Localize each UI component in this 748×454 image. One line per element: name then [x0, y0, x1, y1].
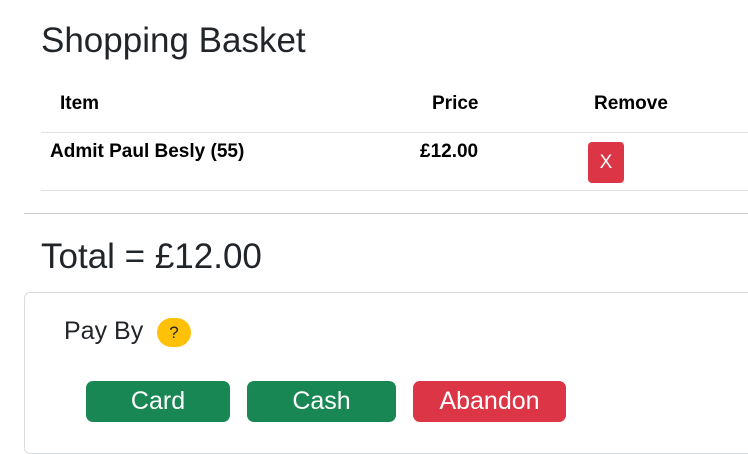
pay-card-button[interactable]: Card	[86, 381, 230, 422]
abandon-button[interactable]: Abandon	[413, 381, 566, 422]
basket-row-item: Admit Paul Besly (55)	[50, 141, 245, 162]
basket-row-price: £12.00	[420, 141, 479, 162]
basket-table: Item Price Remove Admit Paul Besly (55) …	[41, 80, 748, 191]
page-title: Shopping Basket	[41, 21, 306, 60]
payment-panel: Pay By ? Card Cash Abandon	[24, 292, 748, 454]
section-divider	[24, 213, 748, 214]
column-header-remove: Remove	[594, 93, 668, 114]
basket-total: Total = £12.00	[41, 237, 262, 276]
table-row-divider	[41, 132, 748, 133]
remove-item-button[interactable]: X	[588, 142, 624, 183]
pay-cash-button[interactable]: Cash	[247, 381, 396, 422]
table-row-divider	[41, 190, 748, 191]
column-header-price: Price	[432, 93, 479, 114]
column-header-item: Item	[60, 93, 100, 114]
question-mark-icon[interactable]: ?	[157, 318, 191, 347]
pay-by-label: Pay By	[64, 317, 144, 345]
